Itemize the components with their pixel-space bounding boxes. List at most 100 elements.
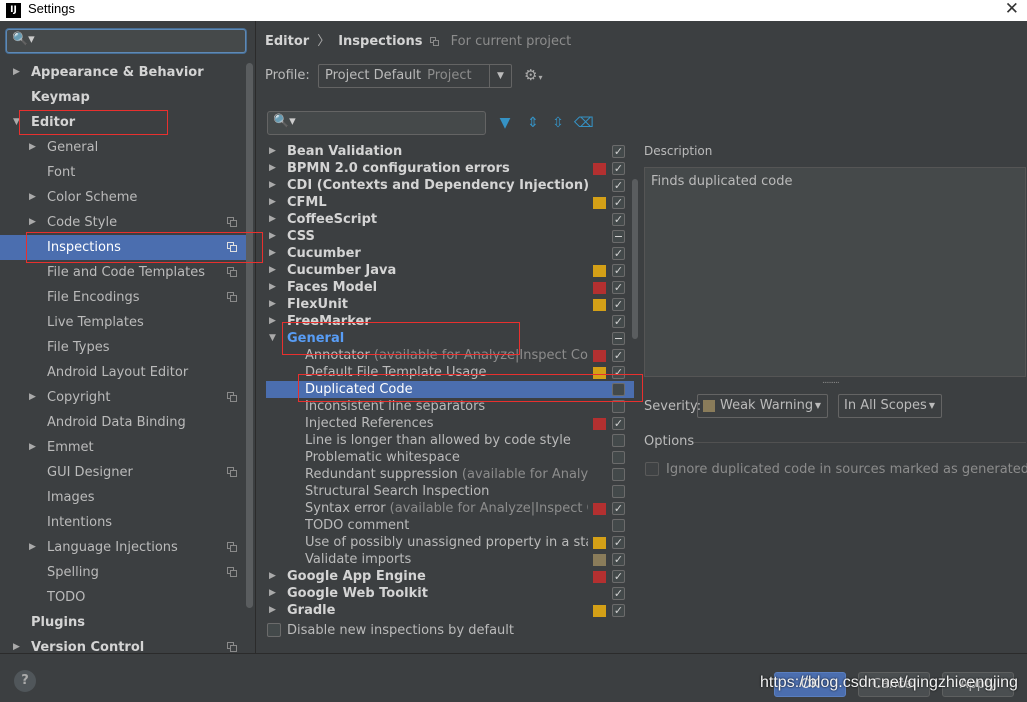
sidebar-item-images[interactable]: Images [0,485,245,510]
inspection-checkbox[interactable]: ✓ [612,570,625,583]
checkbox-box[interactable] [645,462,659,476]
inspection-checkbox[interactable] [612,468,625,481]
inspection-group-row[interactable]: ▶ CDI (Contexts and Dependency Injection)… [266,177,634,194]
inspection-checkbox[interactable]: ✓ [612,536,625,549]
sidebar-item-appearance-behavior[interactable]: ▶ Appearance & Behavior [0,60,245,85]
inspection-checkbox[interactable]: ✓ [612,196,625,209]
inspection-group-row[interactable]: ▶ Cucumber Java ✓ [266,262,634,279]
inspection-group-row[interactable]: ▶ CoffeeScript ✓ [266,211,634,228]
chevron-right-icon[interactable]: ▶ [269,568,279,585]
inspection-row[interactable]: Validate imports ✓ [266,551,634,568]
inspection-checkbox[interactable]: ✓ [612,145,625,158]
resize-grip[interactable]: ......... [822,376,840,386]
inspection-checkbox[interactable]: ✓ [612,264,625,277]
inspection-row[interactable]: Line is longer than allowed by code styl… [266,432,634,449]
chevron-right-icon[interactable]: ▶ [269,228,279,245]
chevron-right-icon[interactable]: ▶ [29,135,41,160]
sidebar-item-color-scheme[interactable]: ▶ Color Scheme [0,185,245,210]
chevron-right-icon[interactable]: ▶ [269,602,279,618]
disable-new-inspections-checkbox[interactable]: Disable new inspections by default [267,623,514,638]
inspection-checkbox[interactable] [612,434,625,447]
inspection-checkbox[interactable] [612,230,625,243]
settings-search-input[interactable]: 🔍▾ [6,29,246,53]
sidebar-item-plugins[interactable]: Plugins [0,610,245,635]
chevron-right-icon[interactable]: ▶ [269,194,279,211]
inspection-checkbox[interactable]: ✓ [612,502,625,515]
inspection-group-row[interactable]: ▶ Gradle ✓ [266,602,634,618]
sidebar-item-android-data-binding[interactable]: Android Data Binding [0,410,245,435]
expand-all-icon[interactable]: ⇕ [524,114,542,132]
sidebar-item-gui-designer[interactable]: GUI Designer [0,460,245,485]
inspection-group-row[interactable]: ▶ Cucumber ✓ [266,245,634,262]
inspection-group-row[interactable]: ▶ Bean Validation ✓ [266,143,634,160]
chevron-right-icon[interactable]: ▶ [269,177,279,194]
inspection-search-input[interactable]: 🔍▾ [267,111,486,135]
chevron-right-icon[interactable]: ▶ [269,585,279,602]
sidebar-item-intentions[interactable]: Intentions [0,510,245,535]
scope-dropdown[interactable]: In All Scopes ▼ [838,394,942,418]
inspection-row[interactable]: Syntax error (available for Analyze|Insp… [266,500,634,517]
chevron-right-icon[interactable]: ▶ [269,296,279,313]
inspection-row[interactable]: Problematic whitespace [266,449,634,466]
sidebar-scrollbar[interactable] [245,63,253,643]
chevron-right-icon[interactable]: ▶ [269,143,279,160]
inspection-row[interactable]: Structural Search Inspection [266,483,634,500]
inspection-checkbox[interactable]: ✓ [612,349,625,362]
chevron-right-icon[interactable]: ▶ [29,185,41,210]
inspection-row[interactable]: Use of possibly unassigned property in a… [266,534,634,551]
inspection-row[interactable]: Injected References ✓ [266,415,634,432]
profile-dropdown[interactable]: Project Default Project ▼ [318,64,512,88]
chevron-right-icon[interactable]: ▶ [29,535,41,560]
checkbox-box[interactable] [267,623,281,637]
inspection-group-row[interactable]: ▶ CFML ✓ [266,194,634,211]
sidebar-item-copyright[interactable]: ▶ Copyright [0,385,245,410]
chevron-right-icon[interactable]: ▶ [29,435,41,460]
sidebar-item-emmet[interactable]: ▶ Emmet [0,435,245,460]
ignore-generated-checkbox[interactable]: Ignore duplicated code in sources marked… [645,462,1027,477]
inspection-checkbox[interactable]: ✓ [612,213,625,226]
chevron-right-icon[interactable]: ▶ [269,279,279,296]
inspection-checkbox[interactable]: ✓ [612,281,625,294]
sidebar-item-file-and-code-templates[interactable]: File and Code Templates [0,260,245,285]
chevron-right-icon[interactable]: ▶ [29,385,41,410]
gear-icon[interactable]: ⚙▾ [524,66,542,84]
inspection-checkbox[interactable]: ✓ [612,417,625,430]
inspection-checkbox[interactable]: ✓ [612,604,625,617]
chevron-right-icon[interactable]: ▶ [269,262,279,279]
inspection-checkbox[interactable]: ✓ [612,162,625,175]
inspection-group-row[interactable]: ▶ FlexUnit ✓ [266,296,634,313]
inspection-group-row[interactable]: ▶ CSS [266,228,634,245]
sidebar-item-keymap[interactable]: Keymap [0,85,245,110]
chevron-right-icon[interactable]: ▶ [269,313,279,330]
inspection-checkbox[interactable] [612,519,625,532]
sidebar-item-language-injections[interactable]: ▶ Language Injections [0,535,245,560]
inspection-row[interactable]: TODO comment [266,517,634,534]
chevron-down-icon[interactable]: ▼ [269,330,279,347]
chevron-right-icon[interactable]: ▶ [13,60,25,85]
inspection-row[interactable]: Redundant suppression (available for Ana… [266,466,634,483]
inspection-checkbox[interactable]: ✓ [612,247,625,260]
sidebar-item-todo[interactable]: TODO [0,585,245,610]
sidebar-item-file-encodings[interactable]: File Encodings [0,285,245,310]
inspection-checkbox[interactable]: ✓ [612,298,625,311]
eraser-icon[interactable]: ⌫ [574,114,594,132]
sidebar-item-general[interactable]: ▶ General [0,135,245,160]
collapse-all-icon[interactable]: ⇳ [549,114,567,132]
inspection-tree-scrollbar[interactable] [632,179,638,339]
inspection-group-row[interactable]: ▶ Google Web Toolkit ✓ [266,585,634,602]
inspection-group-row[interactable]: ▶ Google App Engine ✓ [266,568,634,585]
inspection-checkbox[interactable]: ✓ [612,587,625,600]
inspection-checkbox[interactable] [612,485,625,498]
severity-dropdown[interactable]: Weak Warning ▼ [697,394,828,418]
help-button[interactable]: ? [14,670,36,692]
inspection-group-row[interactable]: ▶ BPMN 2.0 configuration errors ✓ [266,160,634,177]
sidebar-scrollbar-thumb[interactable] [246,63,253,608]
sidebar-item-android-layout-editor[interactable]: Android Layout Editor [0,360,245,385]
close-icon[interactable]: ✕ [1005,0,1019,19]
chevron-right-icon[interactable]: ▶ [269,211,279,228]
filter-icon[interactable]: ▼ [496,114,514,132]
inspection-checkbox[interactable]: ✓ [612,179,625,192]
chevron-right-icon[interactable]: ▶ [269,245,279,262]
sidebar-item-live-templates[interactable]: Live Templates [0,310,245,335]
sidebar-item-font[interactable]: Font [0,160,245,185]
